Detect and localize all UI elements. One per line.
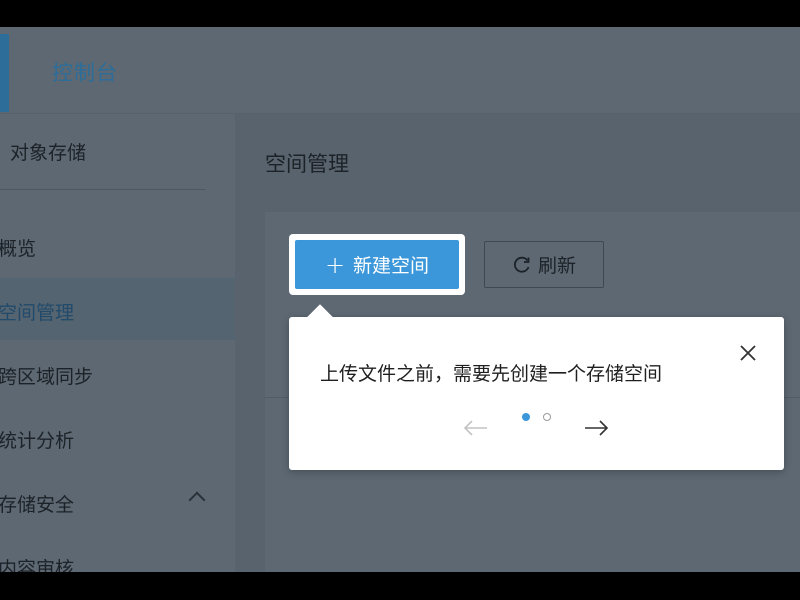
sidebar: 对象存储 概览 空间管理 跨区域同步 统计分析 存储安全 内容审核	[0, 114, 235, 572]
next-step-button[interactable]	[581, 417, 611, 439]
popover-message: 上传文件之前，需要先创建一个存储空间	[320, 363, 663, 385]
new-space-button[interactable]: + 新建空间	[295, 240, 459, 289]
refresh-icon	[513, 256, 530, 273]
refresh-button[interactable]: 刷新	[484, 241, 604, 288]
console-title[interactable]: 控制台	[52, 57, 118, 87]
close-icon	[740, 345, 756, 361]
new-space-highlight: + 新建空间	[289, 234, 465, 295]
prev-step-button[interactable]	[461, 417, 491, 439]
sidebar-item-cross-region-sync[interactable]: 跨区域同步	[0, 342, 235, 404]
header-accent-bar	[0, 34, 9, 112]
step-dot-active[interactable]	[522, 413, 530, 421]
sidebar-item-content-review[interactable]: 内容审核	[0, 534, 235, 572]
sidebar-item-label: 跨区域同步	[0, 366, 94, 388]
sidebar-section-title: 对象存储	[10, 142, 87, 164]
sidebar-item-label: 存储安全	[0, 494, 75, 516]
sidebar-divider	[0, 189, 205, 190]
chevron-up-icon[interactable]	[188, 491, 206, 509]
guide-popover: 上传文件之前，需要先创建一个存储空间	[289, 304, 784, 470]
sidebar-item-statistics[interactable]: 统计分析	[0, 406, 235, 468]
new-space-label: 新建空间	[353, 255, 430, 277]
sidebar-item-overview[interactable]: 概览	[0, 214, 235, 276]
arrow-right-icon	[585, 420, 609, 436]
sidebar-item-label: 概览	[0, 238, 37, 260]
sidebar-item-label: 内容审核	[0, 558, 75, 572]
close-button[interactable]	[737, 342, 759, 364]
sidebar-item-space-management[interactable]: 空间管理	[0, 278, 235, 340]
page-title: 空间管理	[265, 152, 349, 176]
arrow-left-icon	[463, 420, 487, 436]
sidebar-item-label: 统计分析	[0, 430, 75, 452]
step-dot[interactable]	[543, 413, 551, 421]
app-viewport: 控制台 对象存储 概览 空间管理 跨区域同步 统计分析 存储安全 内容审核 空间…	[0, 27, 800, 572]
plus-icon: +	[324, 250, 346, 279]
refresh-label: 刷新	[537, 255, 576, 277]
sidebar-item-label: 空间管理	[0, 302, 75, 324]
top-header: 控制台	[0, 27, 800, 114]
sidebar-item-storage-security[interactable]: 存储安全	[0, 470, 235, 532]
